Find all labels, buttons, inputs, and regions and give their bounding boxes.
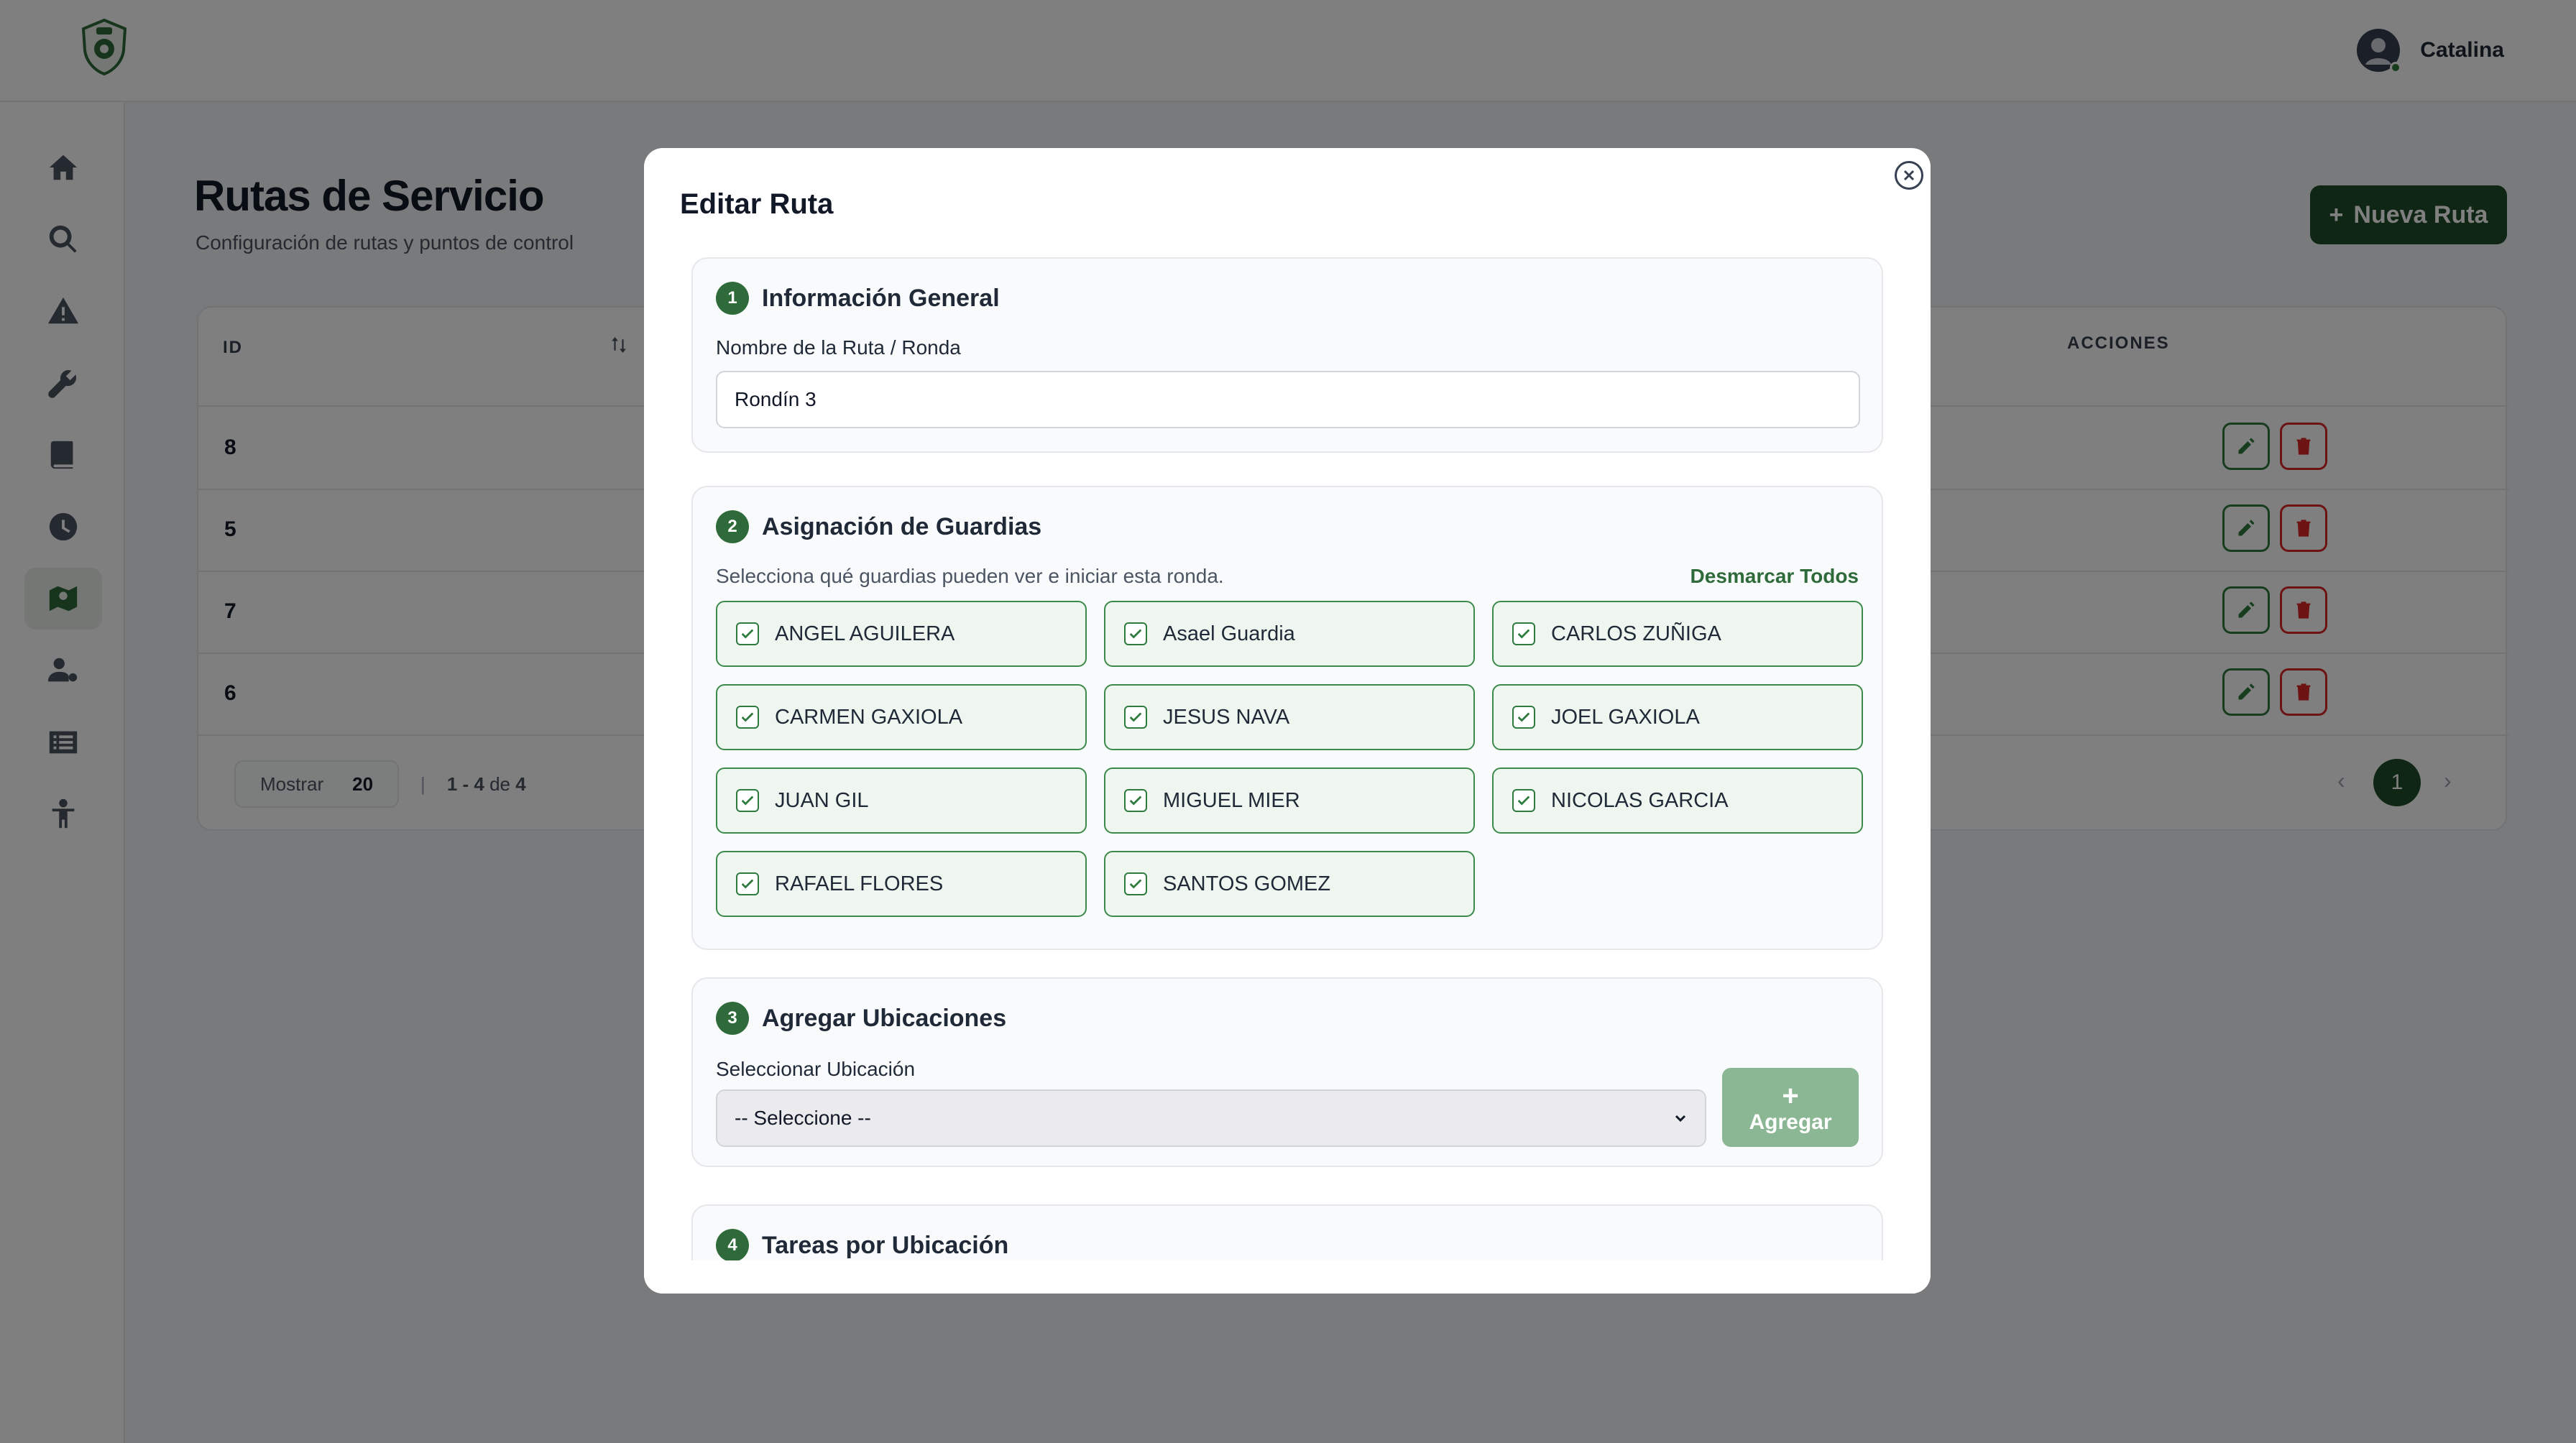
section-title: Tareas por Ubicación (762, 1231, 1009, 1259)
checkbox-checked[interactable] (1124, 706, 1147, 729)
guard-name: ANGEL AGUILERA (775, 622, 955, 645)
guards-helper-text: Selecciona qué guardias pueden ver e ini… (716, 565, 1224, 587)
check-icon (1517, 712, 1530, 722)
step-number: 3 (716, 1002, 749, 1035)
guard-name: CARMEN GAXIOLA (775, 705, 963, 729)
select-value: -- Seleccione -- (735, 1107, 871, 1129)
guard-name: CARLOS ZUÑIGA (1551, 622, 1721, 645)
guard-option[interactable]: ANGEL AGUILERA (716, 601, 1087, 667)
checkbox-checked[interactable] (1512, 789, 1535, 812)
plus-icon: + (1782, 1079, 1799, 1112)
checkbox-checked[interactable] (1512, 622, 1535, 645)
section-title: Información General (762, 284, 1000, 312)
check-icon (741, 796, 754, 806)
guard-name: MIGUEL MIER (1163, 788, 1300, 812)
route-name-input[interactable] (716, 371, 1860, 428)
chevron-down-icon (1675, 1115, 1686, 1122)
check-icon (1129, 712, 1142, 722)
guard-option[interactable]: NICOLAS GARCIA (1492, 767, 1863, 834)
guard-option[interactable]: MIGUEL MIER (1104, 767, 1475, 834)
check-icon (1129, 879, 1142, 889)
modal-title: Editar Ruta (680, 188, 834, 220)
location-select-label: Seleccionar Ubicación (716, 1058, 916, 1080)
check-icon (1129, 796, 1142, 806)
guard-name: JUAN GIL (775, 788, 869, 812)
guard-option[interactable]: RAFAEL FLORES (716, 851, 1087, 917)
checkbox-checked[interactable] (1124, 872, 1147, 895)
section-title: Asignación de Guardias (762, 512, 1042, 540)
guard-option[interactable]: JUAN GIL (716, 767, 1087, 834)
checkbox-checked[interactable] (1124, 622, 1147, 645)
section-header: 1 Información General (716, 282, 1000, 315)
check-icon (741, 879, 754, 889)
guard-name: SANTOS GOMEZ (1163, 872, 1331, 895)
step-number: 2 (716, 510, 749, 543)
checkbox-checked[interactable] (736, 872, 759, 895)
section-general-info: 1 Información General Nombre de la Ruta … (691, 257, 1883, 453)
guard-name: Asael Guardia (1163, 622, 1295, 645)
checkbox-checked[interactable] (1512, 706, 1535, 729)
checkbox-checked[interactable] (1124, 789, 1147, 812)
guard-option[interactable]: Asael Guardia (1104, 601, 1475, 667)
section-guard-assignment: 2 Asignación de Guardias Selecciona qué … (691, 486, 1883, 950)
check-icon (1517, 796, 1530, 806)
checkbox-checked[interactable] (736, 789, 759, 812)
section-title: Agregar Ubicaciones (762, 1004, 1007, 1032)
location-select[interactable]: -- Seleccione -- (716, 1089, 1706, 1147)
add-location-label: Agregar (1749, 1110, 1832, 1134)
guard-name: JOEL GAXIOLA (1551, 705, 1700, 729)
step-number: 1 (716, 282, 749, 315)
route-name-label: Nombre de la Ruta / Ronda (716, 336, 961, 359)
unmark-all-link[interactable]: Desmarcar Todos (1690, 565, 1859, 588)
guard-option[interactable]: CARMEN GAXIOLA (716, 684, 1087, 750)
section-header: 3 Agregar Ubicaciones (716, 1002, 1006, 1035)
section-header: 2 Asignación de Guardias (716, 510, 1041, 543)
edit-route-modal: Editar Ruta 1 Información General Nombre… (644, 148, 1931, 1294)
guard-option[interactable]: CARLOS ZUÑIGA (1492, 601, 1863, 667)
guard-name: RAFAEL FLORES (775, 872, 944, 895)
checkbox-checked[interactable] (736, 622, 759, 645)
section-add-locations: 3 Agregar Ubicaciones Seleccionar Ubicac… (691, 977, 1883, 1167)
close-icon (1903, 170, 1915, 181)
step-number: 4 (716, 1229, 749, 1262)
check-icon (741, 712, 754, 722)
section-header: 4 Tareas por Ubicación (716, 1229, 1008, 1262)
check-icon (1129, 629, 1142, 639)
add-location-button[interactable]: + Agregar (1722, 1068, 1859, 1147)
guard-option[interactable]: JESUS NAVA (1104, 684, 1475, 750)
guard-name: JESUS NAVA (1163, 705, 1290, 729)
modal-footer-mask (644, 1260, 1931, 1294)
guard-option[interactable]: JOEL GAXIOLA (1492, 684, 1863, 750)
checkbox-checked[interactable] (736, 706, 759, 729)
check-icon (741, 629, 754, 639)
guard-name: NICOLAS GARCIA (1551, 788, 1729, 812)
guard-option[interactable]: SANTOS GOMEZ (1104, 851, 1475, 917)
close-button[interactable] (1895, 161, 1923, 190)
check-icon (1517, 629, 1530, 639)
guards-grid: ANGEL AGUILERA Asael Guardia CARLOS ZUÑI… (716, 601, 1863, 917)
